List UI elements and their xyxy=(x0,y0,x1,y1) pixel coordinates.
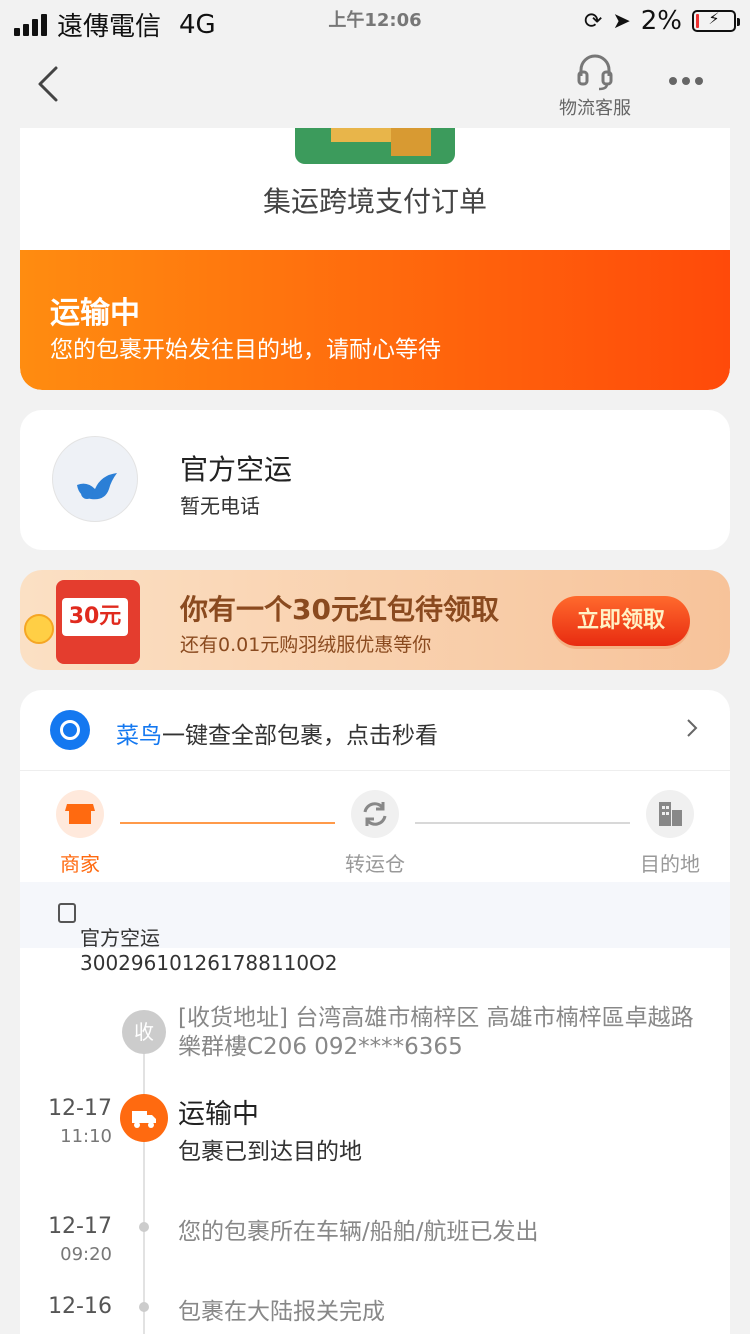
logistics-service-label: 物流客服 xyxy=(559,98,631,119)
receive-address: [收货地址] 台湾高雄市楠梓区 高雄市楠梓區卓越路樂群樓C206 092****… xyxy=(178,1005,694,1060)
order-header-card: 集运跨境支付订单 运输中 您的包裹开始发往目的地，请耐心等待 xyxy=(20,128,730,390)
carrier-card[interactable]: 官方空运 暂无电话 xyxy=(20,410,730,550)
transfer-icon xyxy=(351,790,399,838)
carrier-name: 官方空运 xyxy=(180,453,293,486)
step-label: 目的地 xyxy=(640,852,700,876)
more-dot-icon xyxy=(695,77,703,85)
chevron-right-icon xyxy=(687,719,698,737)
banner-title: 你有一个30元红包待领取 xyxy=(180,593,499,626)
more-dot-icon xyxy=(682,77,690,85)
carrier-phone: 暂无电话 xyxy=(180,494,260,518)
nav-bar: 物流客服 xyxy=(0,44,750,128)
timeline-line xyxy=(143,1026,145,1334)
bird-icon xyxy=(77,473,117,500)
progress-steps: 商家 转运仓 目的地 xyxy=(20,772,730,882)
more-dot-icon xyxy=(669,77,677,85)
headset-icon xyxy=(577,54,613,91)
waybill-row: 官方空运 300296101261788110O2 xyxy=(20,882,730,975)
tracking-timeline: 收 [收货地址] 台湾高雄市楠梓区 高雄市楠梓區卓越路樂群樓C206 092**… xyxy=(20,948,730,1334)
more-button[interactable] xyxy=(664,66,708,96)
event-time: 09:20 xyxy=(60,1244,112,1265)
event-title: 运输中 xyxy=(178,1099,259,1130)
shipping-status-band: 运输中 您的包裹开始发往目的地，请耐心等待 xyxy=(20,250,730,390)
receive-badge: 收 xyxy=(122,1010,166,1054)
cainiao-logo-icon xyxy=(50,710,90,750)
event-date: 12-17 xyxy=(48,1214,112,1239)
red-envelope-amount: 30元 xyxy=(62,598,128,636)
progress-line xyxy=(120,822,335,824)
status-bar: 遠傳電信 4G 上午12:06 ⟳ ➤ 2% ⚡ xyxy=(0,0,750,44)
copy-icon[interactable] xyxy=(58,903,76,923)
event-desc: 包裹在大陆报关完成 xyxy=(178,1299,385,1325)
event-desc: 您的包裹所在车辆/船舶/航班已发出 xyxy=(178,1219,539,1245)
tracking-card: 菜鸟一键查全部包裹，点击秒看 商家 转运仓 目的地 官方空运 300296101… xyxy=(20,690,730,1334)
cainiao-brand: 菜鸟 xyxy=(116,723,162,749)
coin-icon xyxy=(24,614,54,644)
red-packet-banner[interactable]: 30元 你有一个30元红包待领取 还有0.01元购羽绒服优惠等你 立即领取 xyxy=(20,570,730,670)
step-transit-warehouse: 转运仓 xyxy=(335,790,415,877)
shipping-status-desc: 您的包裹开始发往目的地，请耐心等待 xyxy=(50,337,441,363)
shop-icon xyxy=(56,790,104,838)
progress-line xyxy=(415,822,630,824)
event-desc: 包裹已到达目的地 xyxy=(178,1139,362,1165)
claim-now-button[interactable]: 立即领取 xyxy=(552,596,690,646)
order-title: 集运跨境支付订单 xyxy=(262,185,487,218)
cainiao-entry[interactable]: 菜鸟一键查全部包裹，点击秒看 xyxy=(20,690,730,771)
shipping-status-title: 运输中 xyxy=(50,296,140,331)
step-label: 转运仓 xyxy=(345,852,405,876)
location-icon: ➤ xyxy=(612,8,631,34)
status-right: ⟳ ➤ 2% ⚡ xyxy=(583,6,740,36)
logistics-service-button[interactable]: 物流客服 xyxy=(550,50,640,120)
timeline-dot xyxy=(139,1222,149,1232)
truck-icon xyxy=(120,1094,168,1142)
step-merchant: 商家 xyxy=(40,790,120,877)
step-destination: 目的地 xyxy=(630,790,710,877)
cainiao-slogan: 一键查全部包裹，点击秒看 xyxy=(162,723,438,749)
battery-icon: ⚡ xyxy=(692,9,740,32)
cainiao-text: 菜鸟一键查全部包裹，点击秒看 xyxy=(116,716,438,750)
back-button[interactable] xyxy=(28,62,72,106)
battery-percent: 2% xyxy=(640,6,682,36)
banner-subtitle: 还有0.01元购羽绒服优惠等你 xyxy=(180,634,432,656)
event-time: 11:10 xyxy=(60,1126,112,1147)
red-envelope-icon: 30元 xyxy=(56,580,140,664)
building-icon xyxy=(646,790,694,838)
step-label: 商家 xyxy=(60,852,100,876)
chevron-left-icon xyxy=(38,66,58,102)
event-date: 12-16 xyxy=(48,1294,112,1319)
carrier-logo xyxy=(52,436,138,522)
event-date: 12-17 xyxy=(48,1096,112,1121)
timeline-dot xyxy=(139,1302,149,1312)
package-illustration xyxy=(295,128,455,164)
rotation-lock-icon: ⟳ xyxy=(583,8,603,34)
